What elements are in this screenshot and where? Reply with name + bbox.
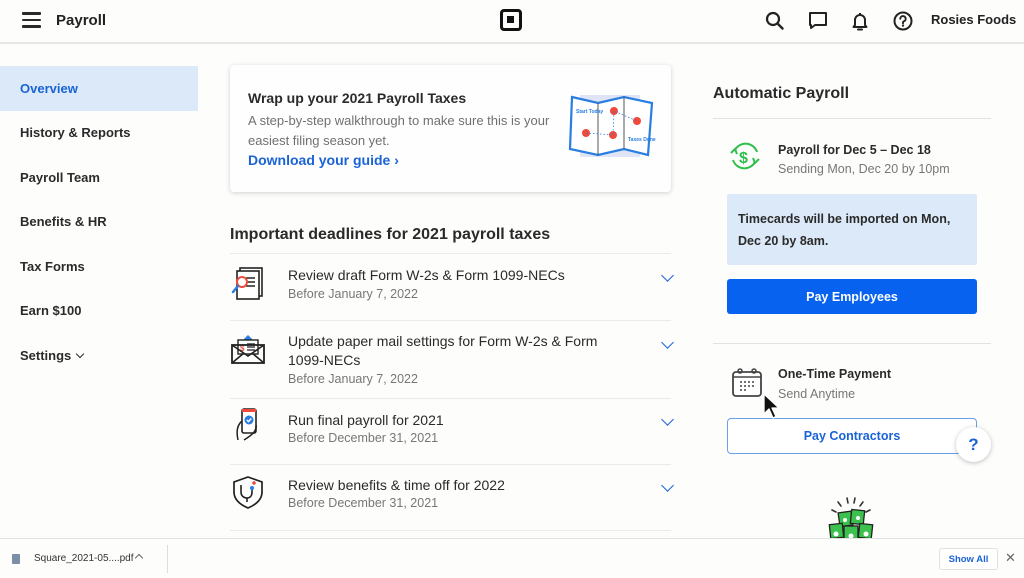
deadline-title: Review benefits & time off for 2022 [288, 477, 505, 493]
account-name[interactable]: Rosies Foods [931, 12, 1016, 27]
chevron-down-icon[interactable] [661, 413, 674, 426]
pay-employees-button[interactable]: Pay Employees [727, 279, 977, 314]
start-label: Start Today [576, 109, 603, 115]
app-title: Payroll [56, 12, 107, 29]
message-icon[interactable] [807, 10, 829, 32]
browser-download-bar: Square_2021-05....pdf Show All ✕ [0, 538, 1024, 577]
sidebar-item-label: History & Reports [20, 125, 131, 141]
close-icon[interactable]: ✕ [1005, 550, 1016, 566]
payroll-period-title: Payroll for Dec 5 – Dec 18 [778, 143, 931, 157]
divider [713, 118, 991, 119]
deadline-item[interactable]: $ Update paper mail settings for Form W-… [230, 321, 674, 399]
search-icon[interactable] [764, 10, 786, 32]
calendar-icon [732, 368, 762, 397]
mail-envelope-icon: $ [231, 335, 265, 364]
phone-check-icon [236, 408, 257, 441]
sidebar-item-label: Earn $100 [20, 303, 82, 319]
sidebar-nav: Overview History & Reports Payroll Team … [0, 66, 198, 378]
deadline-item[interactable]: Run final payroll for 2021 Before Decemb… [230, 399, 674, 465]
step-3-marker [610, 107, 618, 115]
square-logo[interactable] [500, 9, 522, 31]
deadline-item[interactable]: Review benefits & time off for 2022 Befo… [230, 465, 674, 531]
sidebar-item-label: Tax Forms [20, 258, 85, 274]
sidebar-item-label: Settings [20, 347, 72, 363]
deadline-item[interactable]: Review draft Form W-2s & Form 1099-NECs … [230, 254, 674, 321]
divider [167, 545, 168, 573]
show-all-button[interactable]: Show All [939, 548, 998, 570]
help-chat-button[interactable]: ? [956, 427, 991, 462]
deadline-date: Before January 7, 2022 [288, 372, 418, 386]
sidebar-item-earn[interactable]: Earn $100 [0, 289, 198, 334]
top-bar: Payroll Rosies Foods [0, 0, 1024, 44]
document-review-icon [231, 267, 263, 300]
recurring-dollar-icon: $ [730, 142, 760, 170]
deadline-date: Before January 7, 2022 [288, 287, 418, 301]
health-shield-icon [233, 476, 263, 509]
chevron-down-icon[interactable] [661, 479, 674, 492]
sidebar-item-payroll-team[interactable]: Payroll Team [0, 155, 198, 200]
pdf-file-icon [12, 553, 20, 564]
one-time-payment-title: One-Time Payment [778, 367, 892, 381]
deadline-date: Before December 31, 2021 [288, 431, 439, 445]
help-icon[interactable] [892, 10, 914, 32]
deadline-date: Before December 31, 2021 [288, 496, 439, 510]
step-2-marker [609, 131, 617, 139]
tax-guide-promo-card: Wrap up your 2021 Payroll Taxes A step-b… [230, 65, 671, 192]
sidebar-item-tax-forms[interactable]: Tax Forms [0, 244, 198, 289]
download-file-name: Square_2021-05....pdf [34, 553, 134, 564]
sidebar-item-label: Payroll Team [20, 169, 100, 185]
chevron-down-icon[interactable] [661, 336, 674, 349]
chevron-down-icon [76, 349, 85, 358]
pay-contractors-button[interactable]: Pay Contractors [727, 418, 977, 454]
bell-icon[interactable] [849, 10, 871, 32]
mouse-cursor-icon [763, 393, 780, 419]
deadline-title: Review draft Form W-2s & Form 1099-NECs [288, 267, 565, 283]
cash-stack-illustration [828, 497, 874, 540]
deadlines-list: Review draft Form W-2s & Form 1099-NECs … [230, 253, 674, 531]
sidebar-item-history-reports[interactable]: History & Reports [0, 111, 198, 156]
end-label: Taxes Done [628, 137, 656, 143]
sidebar-item-label: Benefits & HR [20, 214, 107, 230]
step-4-marker [633, 117, 641, 125]
automatic-payroll-heading: Automatic Payroll [713, 85, 850, 102]
download-guide-link[interactable]: Download your guide › [248, 152, 399, 168]
promo-title: Wrap up your 2021 Payroll Taxes [248, 90, 467, 106]
deadlines-heading: Important deadlines for 2021 payroll tax… [230, 226, 551, 243]
sidebar-item-label: Overview [20, 80, 78, 96]
payroll-send-date: Sending Mon, Dec 20 by 10pm [778, 162, 950, 176]
sidebar-item-overview[interactable]: Overview [0, 66, 198, 111]
promo-description: A step-by-step walkthrough to make sure … [248, 113, 550, 148]
deadline-title: Run final payroll for 2021 [288, 412, 444, 428]
sidebar-item-settings[interactable]: Settings [0, 333, 198, 378]
divider [713, 343, 991, 344]
deadline-title: Update paper mail settings for Form W-2s… [288, 333, 598, 368]
timecards-info-box: Timecards will be imported on Mon, Dec 2… [727, 194, 977, 265]
menu-icon[interactable] [22, 12, 41, 28]
one-time-payment-subtitle: Send Anytime [778, 387, 856, 401]
chevron-down-icon[interactable] [661, 269, 674, 282]
tax-map-illustration: Start Today Taxes Done [568, 95, 656, 157]
sidebar-item-benefits-hr[interactable]: Benefits & HR [0, 200, 198, 245]
svg-text:$: $ [739, 150, 748, 167]
download-item[interactable]: Square_2021-05....pdf [12, 539, 167, 578]
